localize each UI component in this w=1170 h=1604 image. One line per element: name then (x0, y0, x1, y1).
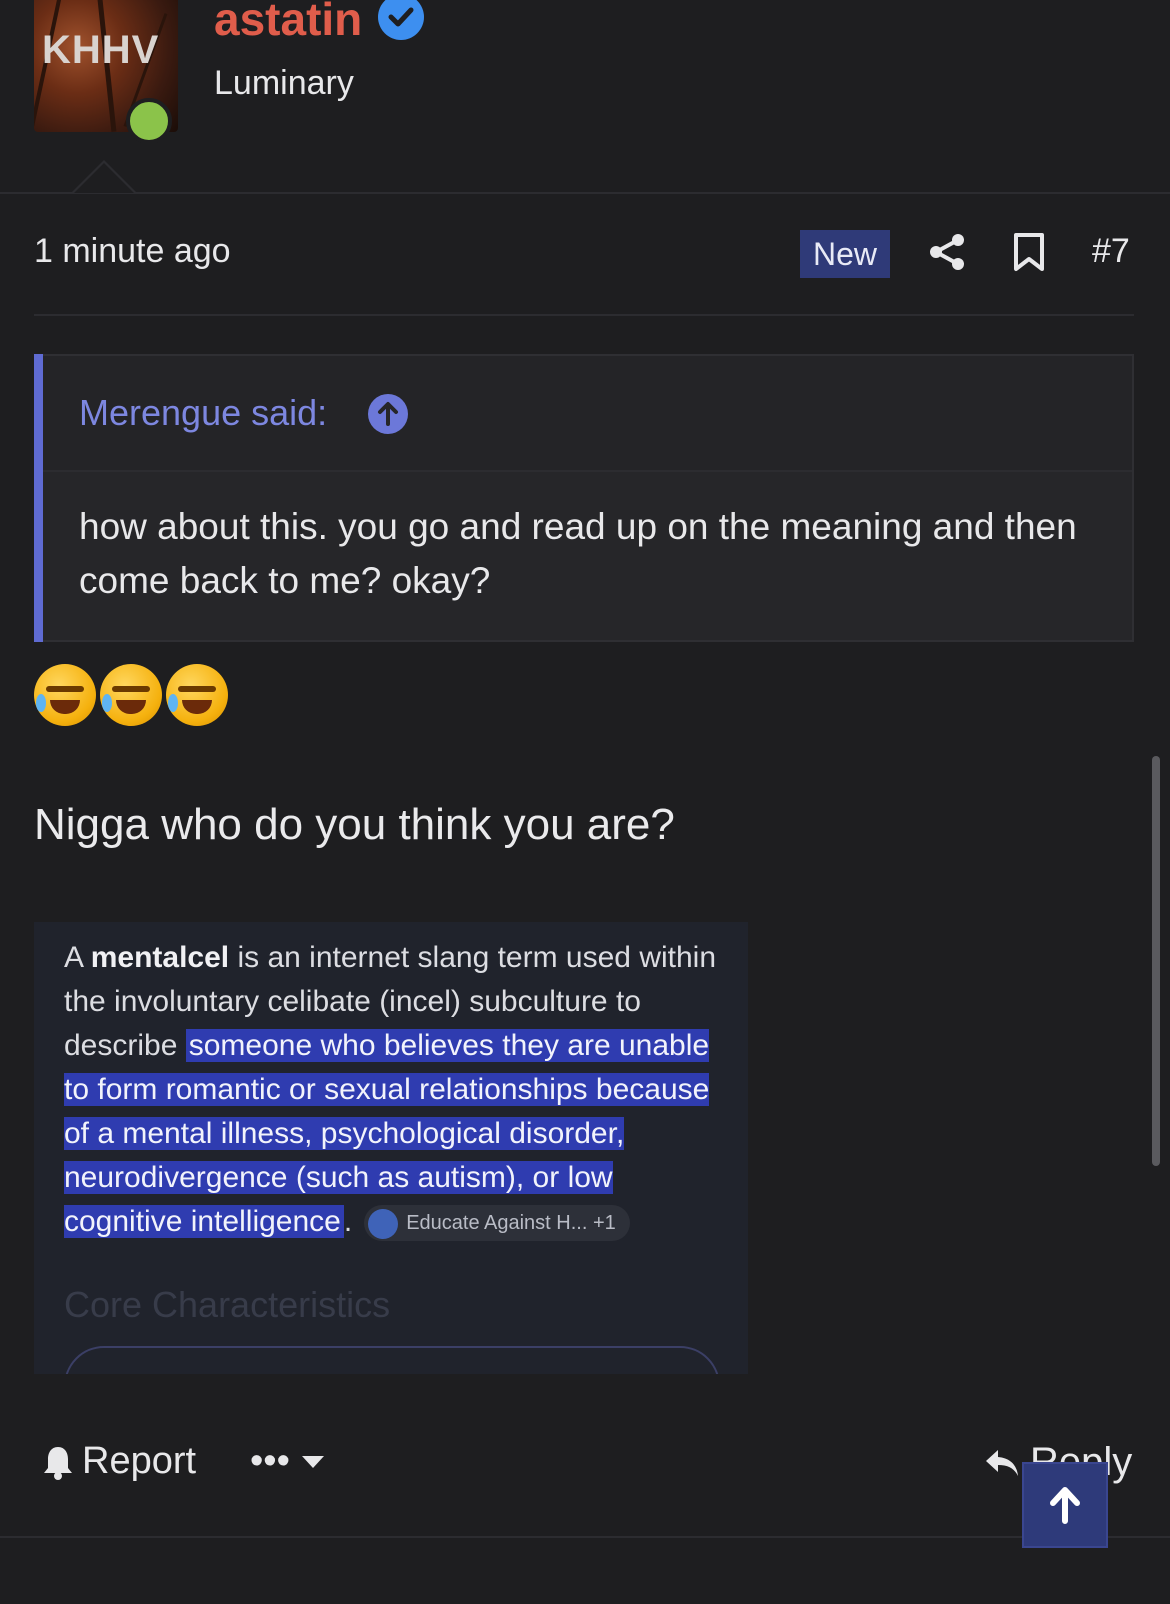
embedded-screenshot[interactable]: A mentalcel is an internet slang term us… (34, 922, 748, 1374)
post-timestamp[interactable]: 1 minute ago (34, 232, 231, 271)
emoji-mouth (116, 700, 146, 714)
reply-arrow-icon (986, 1449, 1018, 1476)
more-options-button[interactable]: ••• (250, 1440, 326, 1483)
bell-icon (44, 1446, 72, 1480)
quote-accent-bar (34, 354, 43, 642)
emoji-mouth (182, 700, 212, 714)
emoji-eyes (46, 686, 84, 692)
emoji-tear (168, 694, 178, 712)
source-chip-more: +1 (592, 1212, 616, 1235)
section-card (64, 1346, 720, 1374)
scroll-to-top-button[interactable] (1022, 1462, 1108, 1548)
scrollbar-thumb[interactable] (1152, 756, 1160, 1166)
quote-author-link[interactable]: Merengue said: (79, 392, 327, 434)
verified-check-icon (378, 0, 424, 40)
definition-lead: A (64, 941, 91, 974)
post-number-link[interactable]: #7 (1092, 232, 1130, 271)
user-title: Luminary (214, 64, 354, 102)
bookmark-icon[interactable] (1012, 232, 1046, 272)
arrow-up-circle-icon[interactable] (368, 394, 408, 434)
source-chip: Educate Against H... +1 (364, 1205, 630, 1242)
author-pointer-inner (74, 163, 134, 193)
definition-text: A mentalcel is an internet slang term us… (64, 936, 724, 1244)
definition-tail: . (343, 1205, 353, 1238)
more-label: ••• (250, 1440, 290, 1482)
crest-icon (368, 1208, 399, 1239)
username-link[interactable]: astatin (214, 0, 362, 46)
quote-separator (43, 470, 1132, 472)
avatar-text: KHHV (42, 28, 160, 72)
post-message: Nigga who do you think you are? (34, 800, 675, 849)
emoji-tear (102, 694, 112, 712)
new-badge: New (800, 230, 890, 278)
section-heading: Core Characteristics (64, 1284, 391, 1325)
definition-term: mentalcel (90, 941, 230, 974)
report-label: Report (82, 1440, 197, 1482)
emoji-eyes (112, 686, 150, 692)
online-status-dot (126, 98, 172, 144)
divider (0, 1536, 1170, 1538)
emoji-eyes (178, 686, 216, 692)
emoji-mouth (50, 700, 80, 714)
report-button[interactable]: Report (42, 1440, 196, 1483)
laughing-emoji-icon (34, 664, 96, 726)
laughing-emoji-icon (100, 664, 162, 726)
caret-down-icon (301, 1455, 324, 1468)
divider (34, 314, 1134, 316)
quote-text: how about this. you go and read up on th… (79, 506, 1077, 601)
share-icon[interactable] (928, 232, 968, 272)
emoji-tear (36, 694, 46, 712)
source-chip-label: Educate Against H... (406, 1212, 588, 1235)
laughing-emoji-icon (166, 664, 228, 726)
arrow-up-icon (1050, 1487, 1080, 1524)
